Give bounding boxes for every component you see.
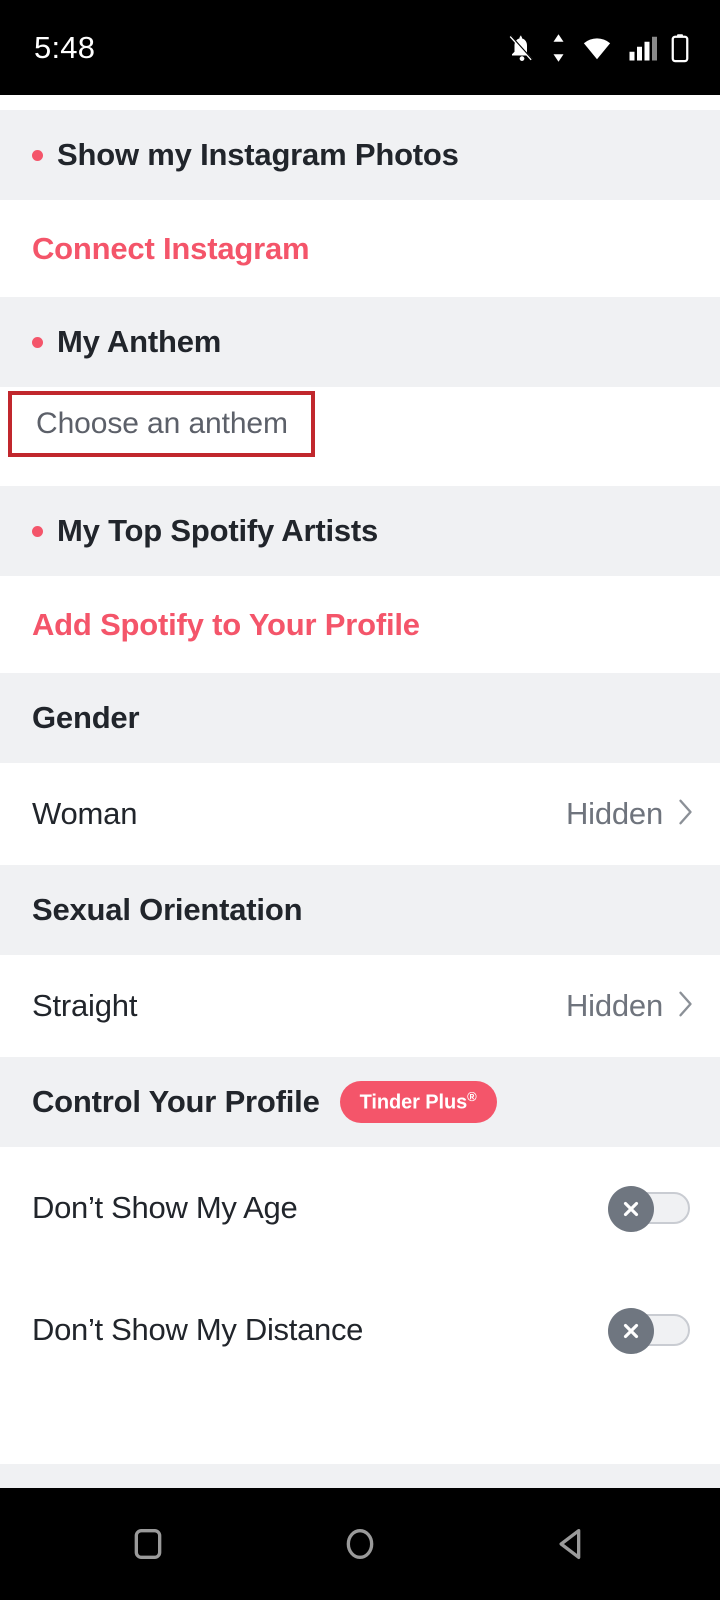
- choose-anthem-input[interactable]: Choose an anthem: [8, 391, 315, 457]
- square-icon: [134, 1529, 162, 1559]
- dont-show-distance-toggle[interactable]: [608, 1308, 690, 1354]
- phone-screen: 5:48 Show my Instagram Photos Connect In…: [0, 0, 720, 1600]
- bullet-dot-icon: [32, 149, 43, 161]
- gender-visibility-value: Hidden: [565, 796, 663, 831]
- wifi-icon: [580, 33, 614, 63]
- recents-button[interactable]: [128, 1524, 168, 1564]
- list-bottom-fill: [0, 1391, 720, 1464]
- gender-row-right: Hidden: [566, 796, 694, 832]
- toggle-knob: [608, 1308, 654, 1354]
- home-button[interactable]: [340, 1524, 380, 1564]
- toggle-knob: [608, 1186, 654, 1232]
- section-title: Sexual Orientation: [32, 892, 303, 927]
- dont-show-age-label: Don’t Show My Age: [32, 1190, 298, 1225]
- row-add-spotify[interactable]: Add Spotify to Your Profile: [0, 576, 720, 673]
- settings-list: Show my Instagram Photos Connect Instagr…: [0, 95, 720, 1488]
- battery-icon: [670, 33, 690, 63]
- row-choose-anthem[interactable]: Choose an anthem: [0, 387, 720, 486]
- add-spotify-link[interactable]: Add Spotify to Your Profile: [32, 607, 420, 643]
- list-bottom-spacer: [0, 1464, 720, 1488]
- section-header-gender: Gender: [0, 673, 720, 763]
- section-header-anthem: My Anthem: [0, 297, 720, 387]
- tinder-plus-badge: Tinder Plus®: [339, 1080, 497, 1124]
- bullet-dot-icon: [32, 336, 43, 348]
- android-nav-bar: [0, 1488, 720, 1600]
- section-title: Control Your Profile: [32, 1084, 320, 1119]
- bell-muted-icon: [507, 33, 537, 63]
- row-connect-instagram[interactable]: Connect Instagram: [0, 200, 720, 297]
- status-time: 5:48: [34, 29, 96, 65]
- chevron-right-icon: [677, 797, 694, 832]
- section-header-orientation: Sexual Orientation: [0, 865, 720, 955]
- triangle-back-icon: [559, 1529, 581, 1559]
- section-header-control-profile: Control Your Profile Tinder Plus®: [0, 1057, 720, 1147]
- row-orientation[interactable]: Straight Hidden: [0, 955, 720, 1057]
- section-title: Show my Instagram Photos: [57, 137, 459, 172]
- row-gender[interactable]: Woman Hidden: [0, 763, 720, 865]
- section-title: My Anthem: [57, 324, 222, 359]
- connect-instagram-link[interactable]: Connect Instagram: [32, 231, 310, 267]
- gender-value-label: Woman: [32, 796, 138, 831]
- section-header-instagram: Show my Instagram Photos: [0, 110, 720, 200]
- tinder-plus-badge-label: Tinder Plus: [359, 1091, 468, 1114]
- row-dont-show-distance[interactable]: Don’t Show My Distance: [0, 1269, 720, 1391]
- data-transfer-icon: [550, 33, 567, 63]
- status-bar: 5:48: [0, 0, 720, 95]
- top-gap: [0, 95, 720, 110]
- orientation-visibility-value: Hidden: [565, 988, 663, 1023]
- chevron-right-icon: [677, 989, 694, 1024]
- section-title: My Top Spotify Artists: [57, 513, 379, 548]
- status-icon-group: [507, 33, 690, 63]
- close-x-icon: [623, 1323, 639, 1339]
- bullet-dot-icon: [32, 525, 43, 537]
- registered-mark: ®: [467, 1088, 477, 1104]
- dont-show-distance-label: Don’t Show My Distance: [32, 1312, 364, 1347]
- back-button[interactable]: [552, 1524, 592, 1564]
- section-header-spotify: My Top Spotify Artists: [0, 486, 720, 576]
- orientation-row-right: Hidden: [566, 988, 694, 1024]
- orientation-value-label: Straight: [32, 988, 138, 1023]
- signal-icon: [627, 33, 657, 63]
- section-title: Gender: [32, 700, 140, 735]
- dont-show-age-toggle[interactable]: [608, 1186, 690, 1232]
- circle-icon: [346, 1529, 374, 1559]
- close-x-icon: [623, 1201, 639, 1217]
- choose-anthem-placeholder: Choose an anthem: [36, 407, 288, 440]
- row-dont-show-age[interactable]: Don’t Show My Age: [0, 1147, 720, 1269]
